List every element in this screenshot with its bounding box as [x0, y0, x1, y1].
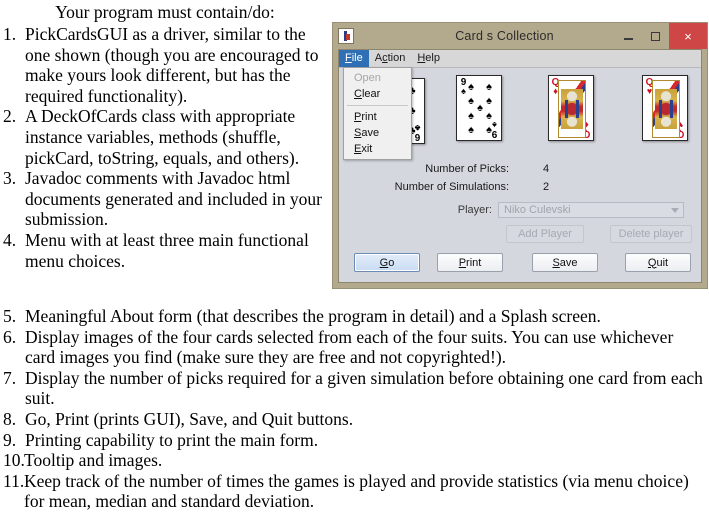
menu-item-save[interactable]: Save [344, 125, 411, 141]
card-face-illustration [558, 80, 586, 138]
list-item: 7. Display the number of picks required … [3, 368, 703, 409]
menu-item-clear[interactable]: Clear [344, 86, 411, 102]
chevron-down-icon [671, 208, 679, 213]
requirements-list-wide: 5. Meaningful About form (that describes… [3, 306, 703, 512]
card-queen-of-hearts[interactable]: Q ♥ Q ♥ [642, 75, 688, 141]
list-item: 9. Printing capability to print the main… [3, 430, 703, 451]
list-item: 4. Menu with at least three main functio… [3, 230, 333, 271]
minimize-icon[interactable] [615, 23, 642, 49]
info-row-simulations: Number of Simulations: 2 [339, 178, 701, 196]
list-item-number: 8. [3, 408, 17, 429]
list-item: 6. Display images of the four cards sele… [3, 327, 703, 368]
value-number-of-picks: 4 [543, 163, 550, 175]
player-selection-row: Player: Niko Culevski [339, 200, 701, 220]
menu-item-open: Open [354, 72, 381, 84]
add-player-button[interactable]: Add Player [506, 225, 584, 243]
list-item: 5. Meaningful About form (that describes… [3, 306, 703, 327]
list-item: 1. PickCardsGUI as a driver, similar to … [3, 24, 333, 106]
list-item: 8. Go, Print (prints GUI), Save, and Qui… [3, 409, 703, 430]
list-item-text: Meaningful About form (that describes th… [25, 306, 601, 326]
label-player: Player: [457, 204, 492, 216]
list-item: 2. A DeckOfCards class with appropriate … [3, 106, 333, 168]
card-queen-of-diamonds[interactable]: Q ♦ Q ♦ [548, 75, 594, 141]
card-9-of-spades[interactable]: 9 ♠ 9 ♠ ♠ ♠ ♠ ♠ ♠ ♠ ♠ ♠ ♠ [456, 75, 502, 141]
value-number-of-simulations: 2 [543, 181, 550, 193]
card-collection-window: Card s Collection × File Action Help Ope… [332, 22, 708, 289]
list-item-number: 4. [3, 229, 17, 250]
list-item-text: Display images of the four cards selecte… [25, 326, 674, 368]
save-button[interactable]: Save [532, 253, 598, 272]
close-icon[interactable]: × [669, 23, 707, 49]
list-item-text: PickCardsGUI as a driver, similar to the… [25, 24, 319, 106]
page-title: Your program must contain/do: [55, 2, 275, 22]
list-item: 3. Javadoc comments with Javadoc html do… [3, 168, 333, 230]
maximize-icon[interactable] [642, 23, 669, 49]
list-item: 10. Tooltip and images. [3, 450, 703, 471]
list-item-text: A DeckOfCards class with appropriate ins… [25, 106, 300, 168]
list-item-text: Printing capability to print the main fo… [25, 429, 319, 450]
menu-item-print[interactable]: Print [344, 109, 411, 125]
list-item-text: Menu with at least three main functional… [25, 229, 309, 271]
label-number-of-picks: Number of Picks: [425, 163, 509, 175]
statistics-panel: Number of Picks: 4 Number of Simulations… [339, 160, 701, 196]
list-item-text: Display the number of picks required for… [25, 367, 703, 409]
menu-file[interactable]: File [339, 50, 369, 67]
player-combobox-value: Niko Culevski [504, 204, 571, 216]
list-item-number: 9. [3, 429, 17, 450]
menu-bar: File Action Help [339, 50, 701, 68]
list-item-text: Go, Print (prints GUI), Save, and Quit b… [25, 408, 354, 429]
list-item-number: 7. [3, 367, 17, 388]
go-button[interactable]: Go [354, 253, 420, 272]
print-button[interactable]: Print [437, 253, 503, 272]
card-pips: ♠ ♠ ♠ ♠ ♠ ♠ ♠ ♠ ♠ [468, 81, 492, 136]
list-item-number: 3. [3, 168, 17, 189]
window-content: File Action Help Open Clear Print Save E… [338, 49, 702, 283]
menu-separator [347, 105, 408, 106]
list-item-number: 2. [3, 106, 17, 127]
java-app-icon [338, 28, 354, 44]
player-combobox[interactable]: Niko Culevski [498, 202, 684, 218]
window-title-bar[interactable]: Card s Collection × [333, 23, 707, 49]
delete-player-button[interactable]: Delete player [610, 225, 692, 243]
list-item-text: Tooltip and images. [24, 450, 163, 471]
requirements-list-column: 1. PickCardsGUI as a driver, similar to … [3, 24, 333, 271]
info-row-picks: Number of Picks: 4 [339, 160, 701, 178]
menu-help[interactable]: Help [411, 50, 446, 67]
menu-action[interactable]: Action [369, 50, 412, 67]
player-actions-row: Add Player Delete player [339, 225, 701, 245]
list-item-text: Javadoc comments with Javadoc html docum… [25, 168, 322, 230]
list-item-number: 1. [3, 24, 17, 44]
list-item-number: 10. [3, 450, 25, 471]
list-item-number: 5. [3, 306, 17, 326]
list-item-text: Keep track of the number of times the ga… [24, 470, 689, 512]
list-item-number: 11. [3, 470, 25, 491]
list-item-number: 6. [3, 326, 17, 347]
file-menu-dropdown: Open Clear Print Save Exit [343, 67, 412, 160]
action-buttons-row: Go Print Save Quit [339, 253, 701, 277]
label-number-of-simulations: Number of Simulations: [394, 181, 509, 193]
quit-button[interactable]: Quit [625, 253, 691, 272]
menu-item-exit[interactable]: Exit [344, 141, 411, 157]
window-controls: × [615, 23, 707, 49]
card-face-illustration [652, 80, 680, 138]
list-item: 11. Keep track of the number of times th… [3, 471, 703, 512]
